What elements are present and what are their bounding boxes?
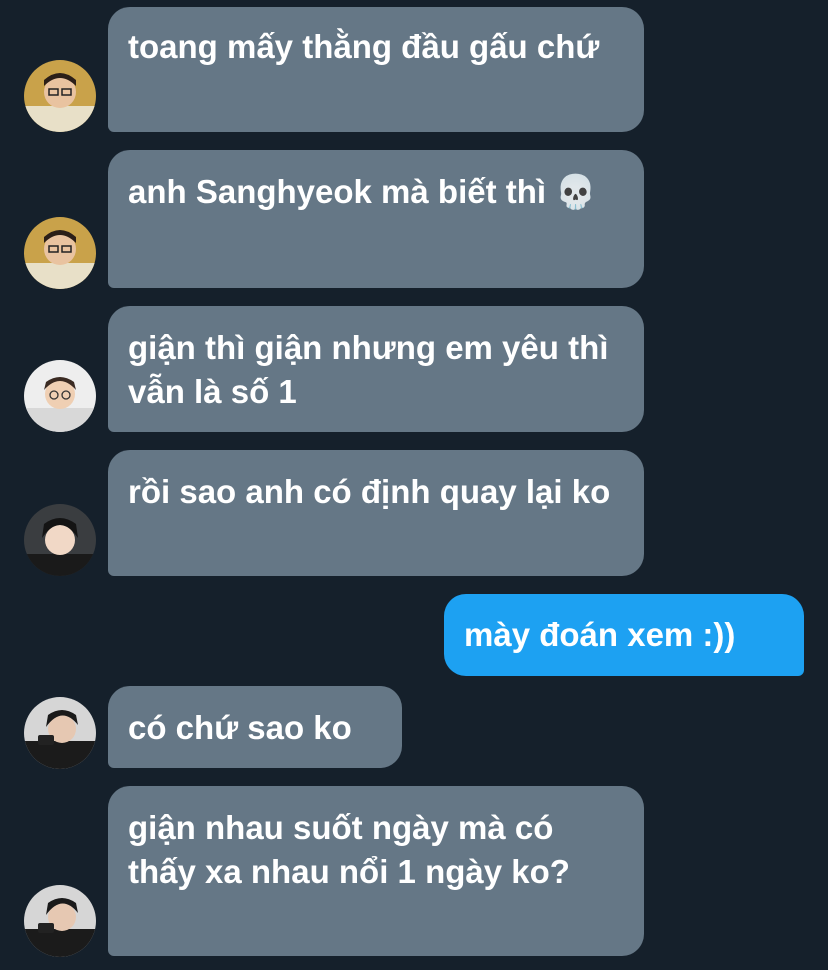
avatar[interactable]	[24, 504, 96, 576]
message-text: rồi sao anh có định quay lại ko	[128, 473, 611, 510]
message-text: có chứ sao ko	[128, 709, 352, 746]
message-bubble[interactable]: có chứ sao ko	[108, 686, 402, 768]
avatar[interactable]	[24, 360, 96, 432]
message-text: anh Sanghyeok mà biết thì 💀	[128, 173, 597, 210]
message-text: toang mấy thằng đầu gấu chứ	[128, 28, 600, 65]
avatar[interactable]	[24, 60, 96, 132]
avatar[interactable]	[24, 217, 96, 289]
message-bubble[interactable]: anh Sanghyeok mà biết thì 💀	[108, 150, 644, 288]
message-bubble-outgoing[interactable]: mày đoán xem :))	[444, 594, 804, 676]
message-text: giận thì giận nhưng em yêu thì vẫn là số…	[128, 329, 609, 410]
message-text: mày đoán xem :))	[464, 616, 736, 653]
message-bubble[interactable]: giận thì giận nhưng em yêu thì vẫn là số…	[108, 306, 644, 432]
message-bubble[interactable]: giận nhau suốt ngày mà có thấy xa nhau n…	[108, 786, 644, 956]
message-bubble[interactable]: toang mấy thằng đầu gấu chứ	[108, 7, 644, 132]
avatar[interactable]	[24, 885, 96, 957]
message-text: giận nhau suốt ngày mà có thấy xa nhau n…	[128, 809, 570, 890]
message-bubble[interactable]: rồi sao anh có định quay lại ko	[108, 450, 644, 576]
avatar[interactable]	[24, 697, 96, 769]
